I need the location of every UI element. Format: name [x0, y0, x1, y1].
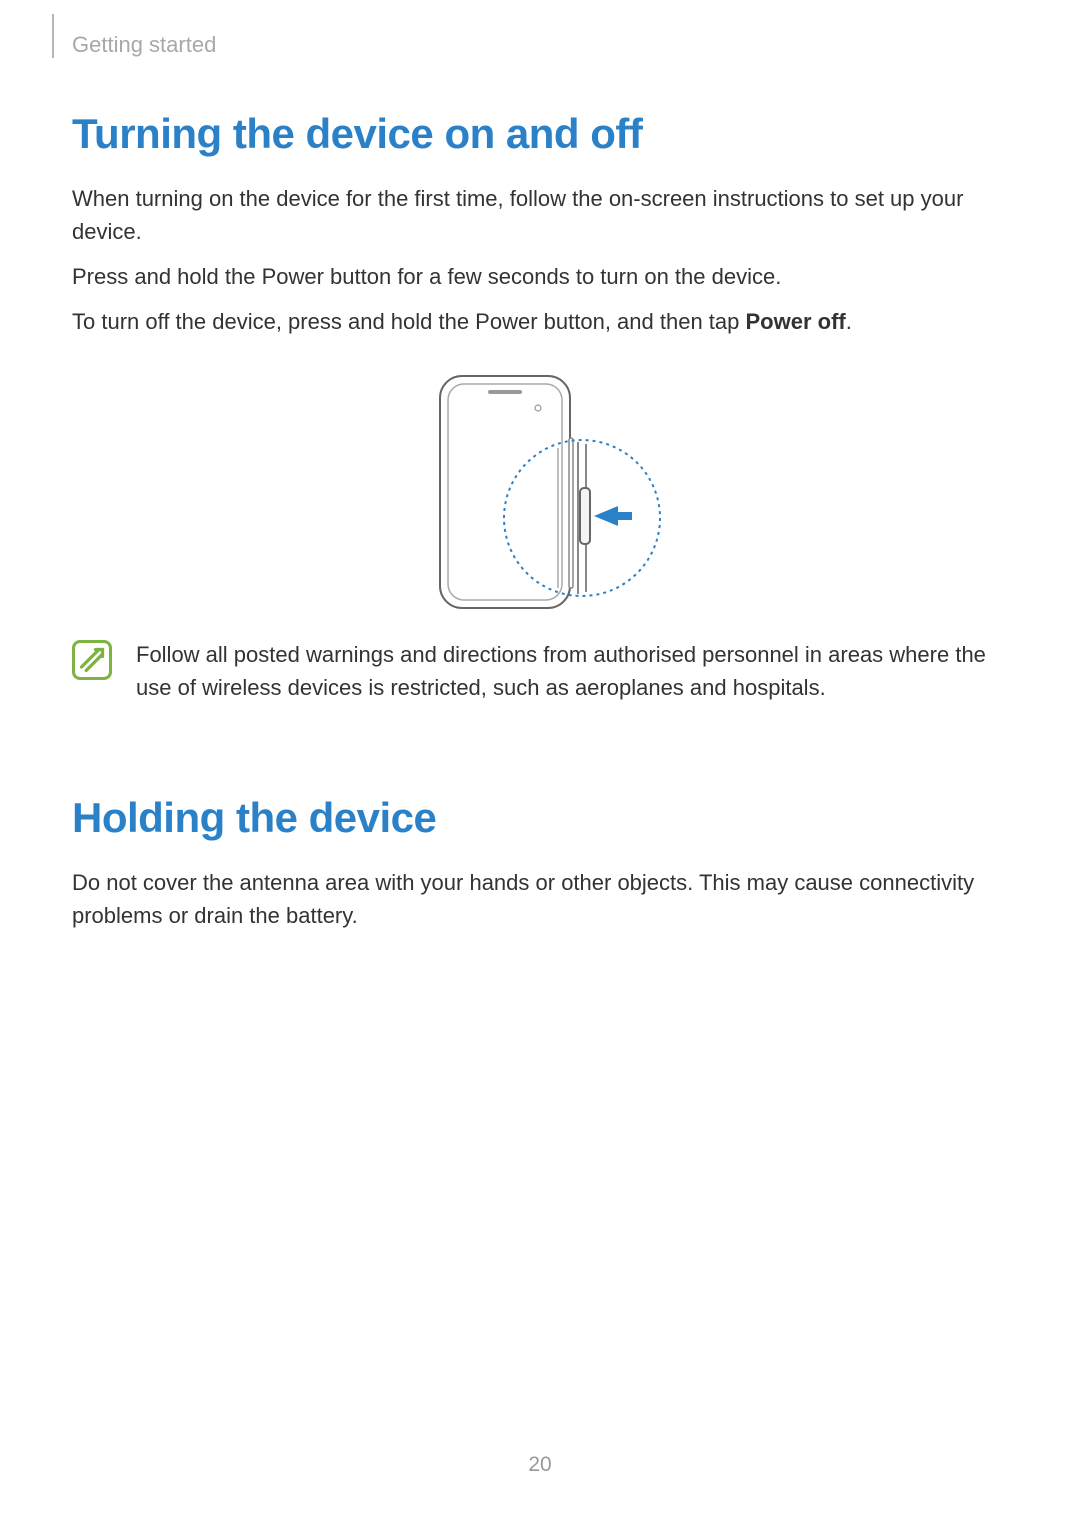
paragraph-turn-off-suffix: .	[846, 309, 852, 334]
note-row-wireless-restrictions: Follow all posted warnings and direction…	[72, 638, 1008, 704]
phone-power-button-illustration	[410, 368, 670, 618]
figure-power-button	[72, 368, 1008, 618]
page-number: 20	[0, 1453, 1080, 1477]
paragraph-turn-off: To turn off the device, press and hold t…	[72, 305, 1008, 338]
header-vertical-rule	[52, 14, 54, 58]
paragraph-turn-on: Press and hold the Power button for a fe…	[72, 260, 1008, 293]
power-off-label: Power off	[746, 309, 846, 334]
heading-turning-on-off: Turning the device on and off	[72, 110, 1008, 158]
paragraph-antenna-warning: Do not cover the antenna area with your …	[72, 866, 1008, 932]
page-content: Turning the device on and off When turni…	[72, 100, 1008, 944]
paragraph-first-time-setup: When turning on the device for the first…	[72, 182, 1008, 248]
note-icon	[72, 640, 112, 680]
breadcrumb: Getting started	[72, 32, 216, 58]
note-text: Follow all posted warnings and direction…	[136, 638, 1008, 704]
paragraph-turn-off-prefix: To turn off the device, press and hold t…	[72, 309, 746, 334]
heading-holding-device: Holding the device	[72, 794, 1008, 842]
